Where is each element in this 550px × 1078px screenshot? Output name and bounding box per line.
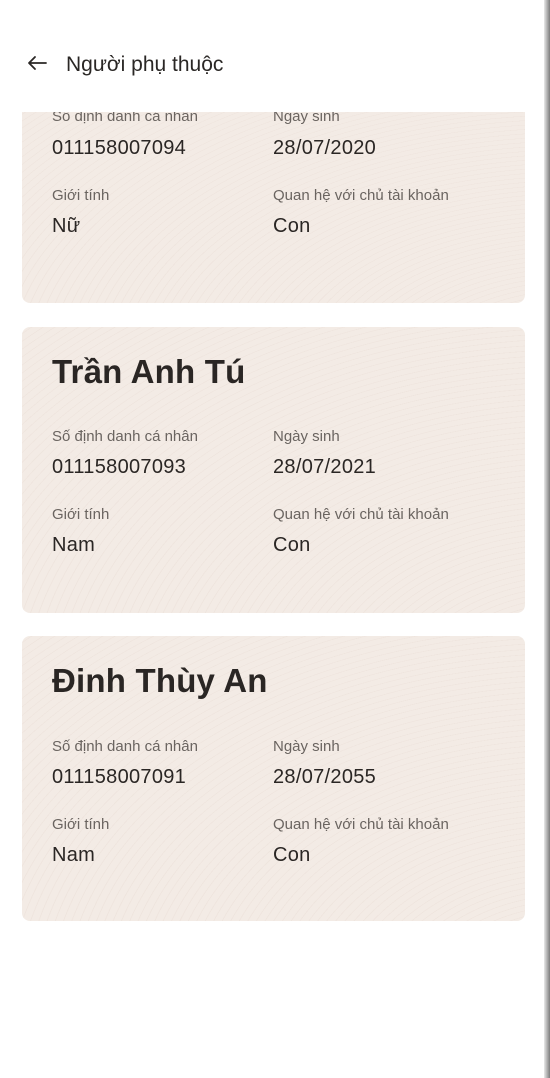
birth-date-value: 28/07/2055 — [273, 766, 377, 788]
arrow-left-icon — [27, 55, 47, 76]
dependents-screen: Số định danh cá nhân 011158007094 Ngày s… — [0, 0, 550, 1078]
relation-value: Con — [273, 215, 311, 237]
window-edge — [544, 0, 550, 1078]
dependent-card[interactable]: Trần Anh Tú Số định danh cá nhân 0111580… — [22, 327, 525, 613]
id-number-label: Số định danh cá nhân — [52, 428, 198, 445]
dependent-card[interactable]: Đinh Thùy An Số định danh cá nhân 011158… — [22, 636, 525, 921]
id-number-value: 011158007093 — [52, 456, 187, 478]
gender-value: Nữ — [52, 215, 81, 237]
birth-date-label: Ngày sinh — [273, 428, 340, 445]
back-button[interactable] — [22, 50, 52, 80]
birth-date-value: 28/07/2020 — [273, 137, 377, 159]
relation-value: Con — [273, 844, 311, 866]
gender-label: Giới tính — [52, 506, 110, 523]
gender-value: Nam — [52, 844, 96, 866]
relation-label: Quan hệ với chủ tài khoản — [273, 816, 449, 833]
dependent-name: Trần Anh Tú — [52, 353, 246, 390]
id-number-value: 011158007094 — [52, 137, 187, 159]
relation-label: Quan hệ với chủ tài khoản — [273, 187, 449, 204]
gender-value: Nam — [52, 534, 96, 556]
app-header: Người phụ thuộc — [0, 0, 544, 112]
id-number-value: 011158007091 — [52, 766, 187, 788]
gender-label: Giới tính — [52, 816, 110, 833]
gender-label: Giới tính — [52, 187, 110, 204]
relation-label: Quan hệ với chủ tài khoản — [273, 506, 449, 523]
id-number-label: Số định danh cá nhân — [52, 738, 198, 755]
birth-date-label: Ngày sinh — [273, 738, 340, 755]
birth-date-value: 28/07/2021 — [273, 456, 377, 478]
dependent-name: Đinh Thùy An — [52, 662, 268, 699]
page-title: Người phụ thuộc — [66, 53, 224, 76]
relation-value: Con — [273, 534, 311, 556]
